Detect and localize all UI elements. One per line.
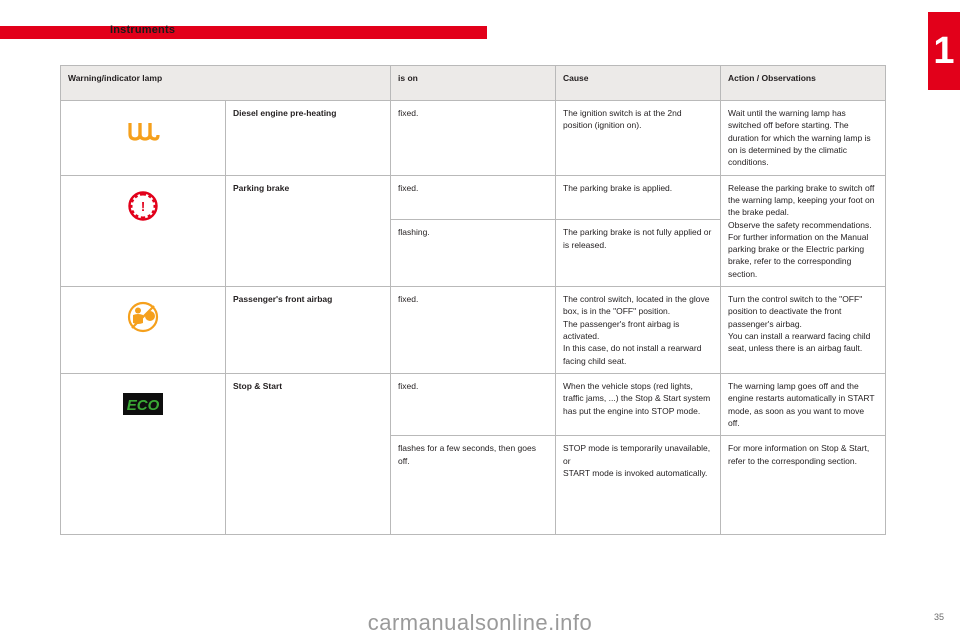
cause-value: The parking brake is applied. [555,174,721,221]
chapter-number-tab: 1 [928,12,960,90]
column-header-is-on: is on [390,65,556,101]
lamp-name-stop-start: Stop & Start [225,372,391,536]
table-header-row: Warning/indicator lamp is on Cause Actio… [60,65,886,101]
column-header-lamp: Warning/indicator lamp [60,65,391,101]
lamp-name-passenger-airbag: Passenger's front airbag [225,286,391,374]
warning-lamps-table: Warning/indicator lamp is on Cause Actio… [60,65,886,536]
action-value: Turn the control switch to the "OFF" pos… [720,286,886,374]
parking-brake-icon: ! [123,189,163,223]
is-on-value: fixed. [390,174,556,221]
icon-cell-stop-start: ECO [60,372,226,536]
table-row: Passenger's front airbag fixed. The cont… [60,286,886,374]
is-on-value: fixed. [390,372,556,437]
eco-stop-start-icon: ECO [123,387,163,421]
icon-cell-parking-brake: ! [60,174,226,288]
parking-brake-svg: ! [128,190,158,221]
cause-value: When the vehicle stops (red lights, traf… [555,372,721,437]
page-title: Instruments [110,24,176,36]
table-row: Diesel engine pre-heating fixed. The ign… [60,100,886,176]
action-value: For more information on Stop & Start, re… [720,435,886,536]
svg-text:ECO: ECO [127,397,160,414]
eco-stop-start-svg: ECO [123,392,163,415]
page-number: 35 [933,612,944,622]
is-on-value: fixed. [390,100,556,176]
column-header-action: Action / Observations [720,65,886,101]
diesel-preheating-coil-icon [123,114,163,148]
action-value: Release the parking brake to switch off … [720,174,886,288]
diesel-preheating-coil-svg [128,123,160,141]
action-value: Wait until the warning lamp has switched… [720,100,886,176]
cause-value: The control switch, located in the glove… [555,286,721,374]
svg-text:!: ! [141,199,145,214]
is-on-value: fixed. [390,286,556,374]
icon-cell-passenger-airbag [60,286,226,374]
passenger-airbag-svg [127,301,159,333]
lamp-name-parking-brake: Parking brake [225,174,391,288]
action-value: The warning lamp goes off and the engine… [720,372,886,437]
header-red-bar [0,26,487,39]
icon-cell-diesel-preheating [60,100,226,176]
lamp-name-diesel-preheating: Diesel engine pre-heating [225,100,391,176]
column-header-cause: Cause [555,65,721,101]
is-on-value: flashes for a few seconds, then goes off… [390,435,556,536]
watermark-text: carmanualsonline.info [367,610,593,635]
table-row: ECO Stop & Start fixed. When the vehicle… [60,372,886,536]
cause-value: The ignition switch is at the 2nd positi… [555,100,721,176]
is-on-value: flashing. [390,219,556,288]
cause-value: STOP mode is temporarily unavailable, or… [555,435,721,536]
passenger-airbag-icon [123,300,163,334]
cause-value: The parking brake is not fully applied o… [555,219,721,288]
table-row: ! Parking brake fixed. The parking brake… [60,174,886,288]
